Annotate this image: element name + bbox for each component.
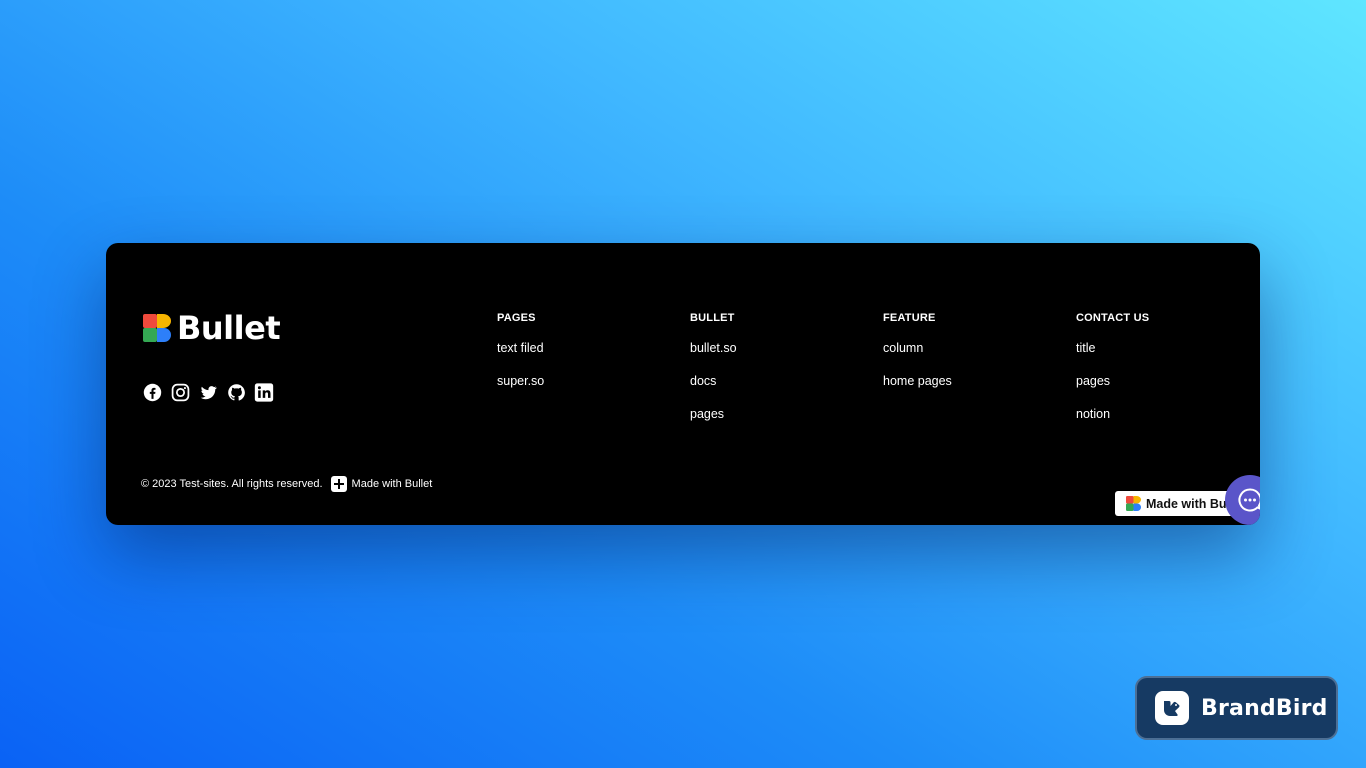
footer-link-docs[interactable]: docs xyxy=(690,374,870,389)
chat-button[interactable] xyxy=(1225,475,1260,525)
bullet-logo-mark-icon xyxy=(1126,496,1141,511)
made-with-bullet-link[interactable]: Made with Bullet xyxy=(330,476,433,492)
instagram-icon[interactable] xyxy=(170,382,190,402)
copyright-text: © 2023 Test-sites. All rights reserved. xyxy=(141,478,323,490)
column-title: PAGES xyxy=(497,312,536,324)
bullet-logo-mark-icon xyxy=(143,314,171,342)
bullet-plus-icon xyxy=(330,476,347,492)
github-icon[interactable] xyxy=(226,382,246,402)
footer-link-text-filed[interactable]: text filed xyxy=(497,341,677,356)
brand-name: Bullet xyxy=(177,309,281,347)
column-title: FEATURE xyxy=(883,312,936,324)
footer-link-bullet-so[interactable]: bullet.so xyxy=(690,341,870,356)
footer-link-title[interactable]: title xyxy=(1076,341,1256,356)
footer-column-bullet: BULLET bullet.so docs pages xyxy=(690,311,870,440)
chat-ellipsis-icon xyxy=(1238,488,1260,512)
brand-logo[interactable]: Bullet xyxy=(143,309,281,347)
footer-column-contact-us: CONTACT US title pages notion xyxy=(1076,311,1256,440)
twitter-icon[interactable] xyxy=(198,382,218,402)
footer-link-home-pages[interactable]: home pages xyxy=(883,374,1063,389)
brandbird-label: BrandBird xyxy=(1201,695,1328,721)
copyright-row: © 2023 Test-sites. All rights reserved. … xyxy=(141,476,432,492)
footer-link-column[interactable]: column xyxy=(883,341,1063,356)
footer-column-pages: PAGES text filed super.so xyxy=(497,311,677,407)
made-with-text: Made with Bullet xyxy=(351,478,433,490)
footer-link-notion[interactable]: notion xyxy=(1076,407,1256,422)
column-title: CONTACT US xyxy=(1076,312,1150,324)
site-footer: Bullet PAGES text filed super.so BULLET … xyxy=(106,243,1260,525)
social-links xyxy=(142,382,274,402)
column-title: BULLET xyxy=(690,312,735,324)
footer-link-pages[interactable]: pages xyxy=(1076,374,1256,389)
linkedin-icon[interactable] xyxy=(254,382,274,402)
footer-link-pages[interactable]: pages xyxy=(690,407,870,422)
footer-column-feature: FEATURE column home pages xyxy=(883,311,1063,407)
brandbird-watermark: BrandBird xyxy=(1135,676,1338,740)
facebook-icon[interactable] xyxy=(142,382,162,402)
brandbird-logo-icon xyxy=(1155,691,1189,725)
footer-link-super-so[interactable]: super.so xyxy=(497,374,677,389)
